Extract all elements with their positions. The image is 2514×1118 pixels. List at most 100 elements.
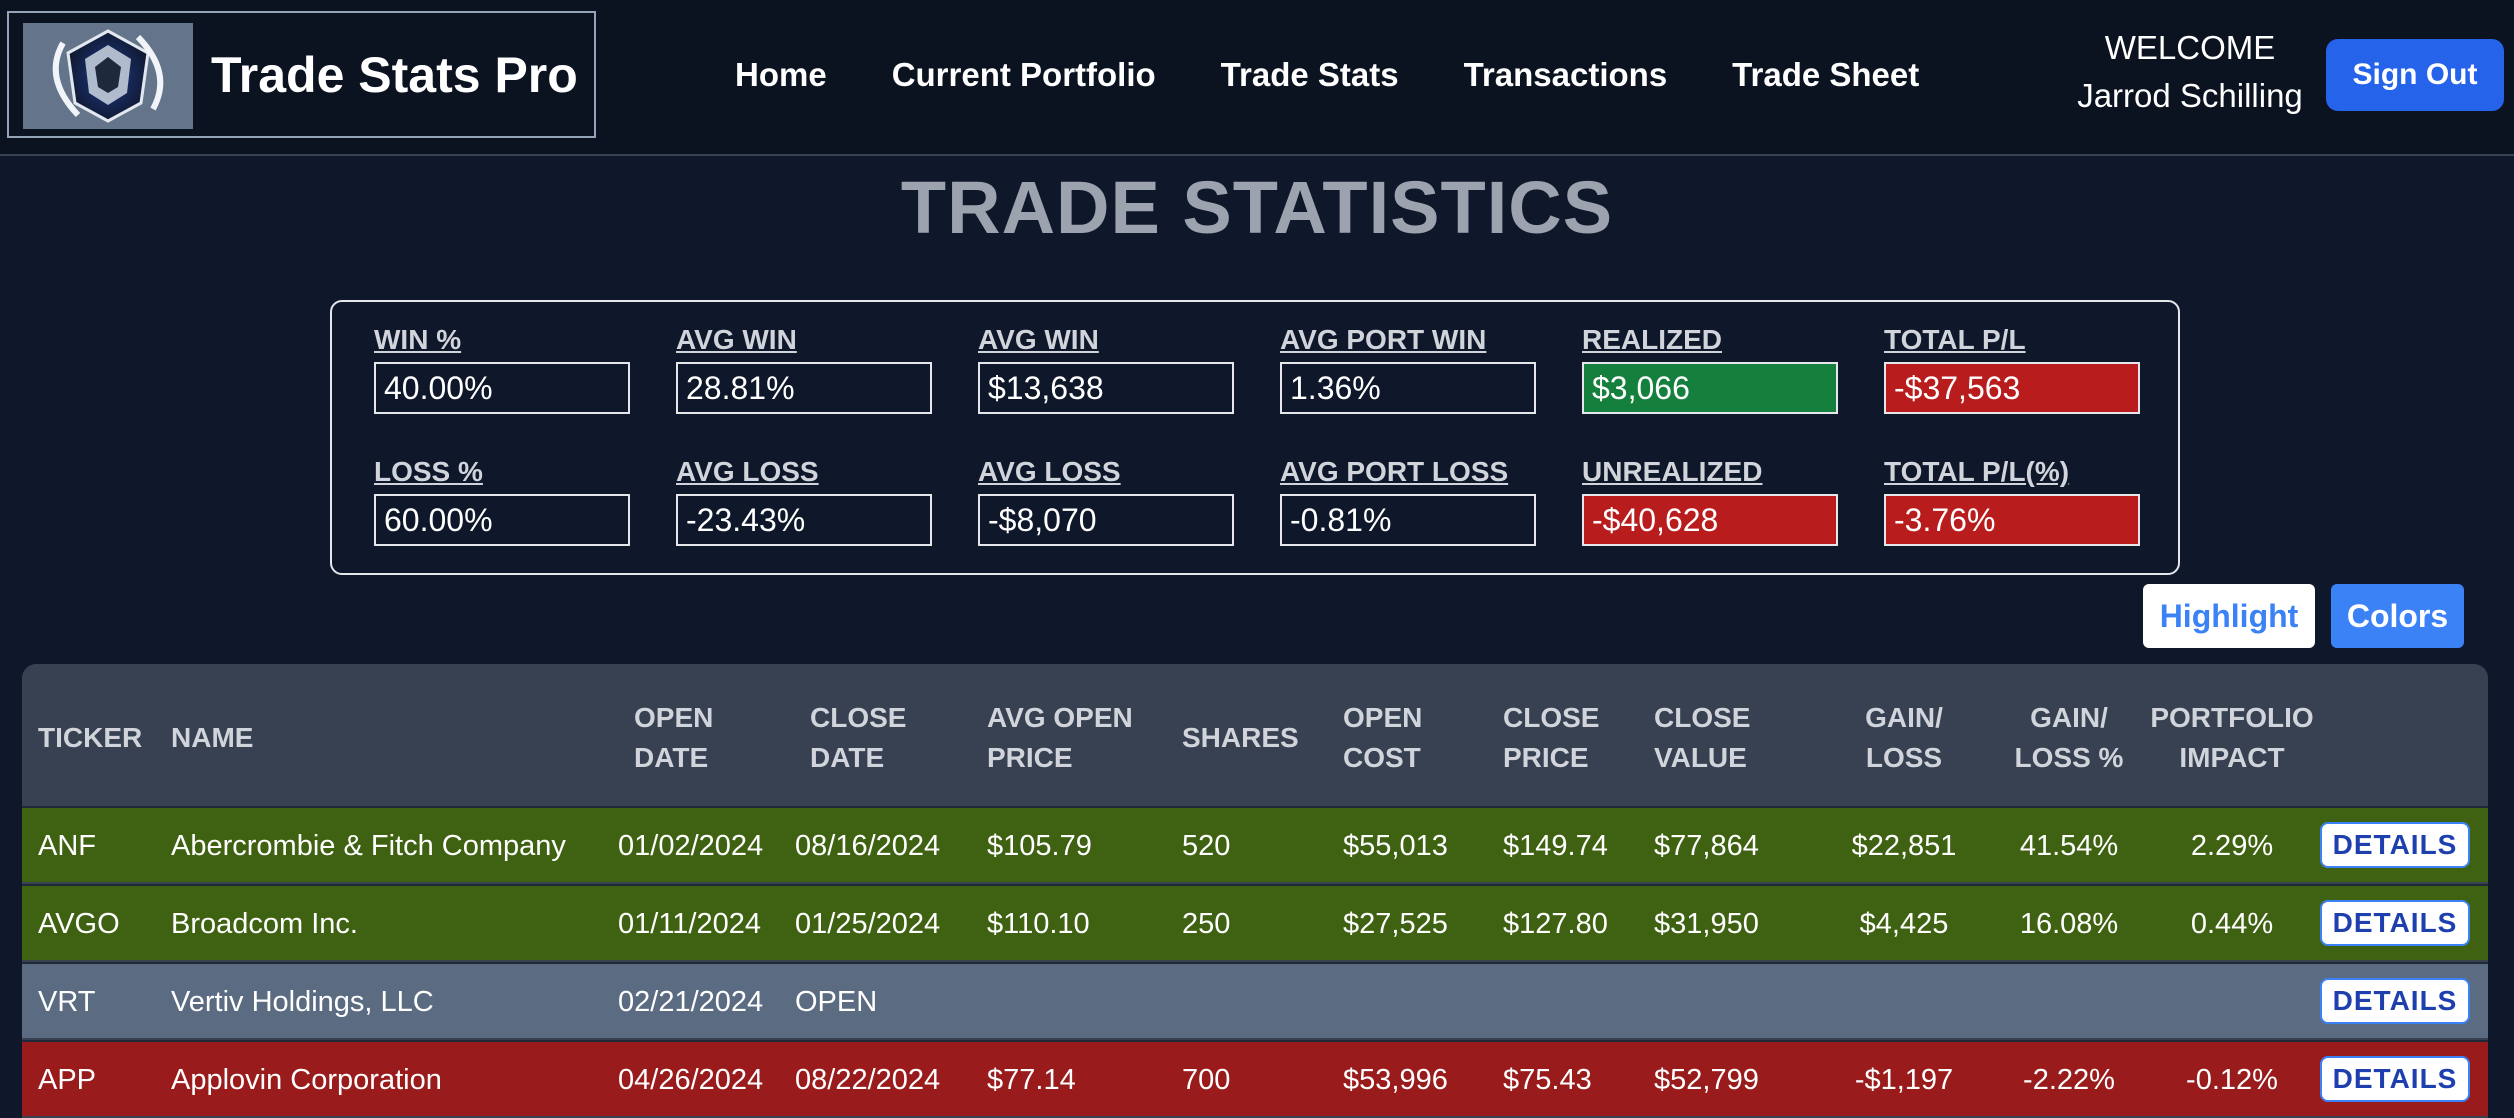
cell-portfolio-impact [2142, 964, 2322, 1040]
sign-out-button[interactable]: Sign Out [2326, 39, 2504, 111]
cell-avg-open-price: $77.14 [987, 1064, 1076, 1096]
cell-open-date: 01/11/2024 [618, 908, 761, 940]
stat-value: -$40,628 [1582, 494, 1838, 546]
nav-trade-stats[interactable]: Trade Stats [1221, 56, 1399, 94]
stat-value: 40.00% [374, 362, 630, 414]
brand[interactable]: Trade Stats Pro [7, 11, 596, 138]
cell-shares: 700 [1182, 1064, 1231, 1096]
stat-label: AVG LOSS [676, 456, 819, 487]
col-close-price[interactable]: CLOSE PRICE [1503, 698, 1599, 778]
col-name-label: NAME [171, 722, 254, 753]
cell-open-cost: $53,996 [1343, 1064, 1448, 1096]
details-button[interactable]: DETAILS [2320, 822, 2470, 868]
cell-open-date: 04/26/2024 [618, 1064, 764, 1096]
cell-name: Broadcom Inc. [171, 908, 358, 940]
col-label-line1: CLOSE [1503, 702, 1600, 733]
cell-close-price: $75.43 [1503, 1064, 1592, 1096]
cell-gain-loss-pct: -2.22% [2023, 1064, 2115, 1096]
stat-avg-port-loss: AVG PORT LOSS -0.81% [1280, 454, 1536, 546]
col-avg-open-price[interactable]: AVG OPEN PRICE [987, 698, 1133, 778]
col-label-line1: AVG OPEN [987, 702, 1133, 733]
cell-shares: 520 [1182, 830, 1231, 862]
stat-value: -$37,563 [1884, 362, 2140, 414]
col-open-date[interactable]: OPEN DATE [634, 698, 713, 778]
col-label-line2: LOSS [1865, 742, 1943, 773]
page-title: TRADE STATISTICS [900, 166, 1614, 249]
cell-close-date: OPEN [795, 986, 878, 1018]
col-label-line2: VALUE [1654, 742, 1747, 773]
stat-total-pl-pct: TOTAL P/L(%) -3.76% [1884, 454, 2140, 546]
table-header: TICKER NAME OPEN DATE CLOSE DATE AVG OPE… [22, 664, 2488, 808]
cell-avg-open-price: $110.10 [987, 908, 1090, 940]
stat-unrealized: UNREALIZED -$40,628 [1582, 454, 1838, 546]
col-label-line1: OPEN [1343, 702, 1423, 733]
col-portfolio-impact[interactable]: PORTFOLIO IMPACT [2142, 698, 2322, 778]
table-row[interactable]: APP Applovin Corporation 04/26/2024 08/22/2… [22, 1040, 2488, 1116]
cell-close-date: 08/16/2024 [795, 830, 941, 862]
stat-value: 60.00% [374, 494, 630, 546]
brand-name: Trade Stats Pro [211, 46, 578, 103]
stat-value: 1.36% [1280, 362, 1536, 414]
nav-home[interactable]: Home [735, 56, 827, 94]
stat-loss-pct: LOSS % 60.00% [374, 454, 630, 546]
col-label-line2: COST [1343, 742, 1421, 773]
user-name: Jarrod Schilling [2077, 77, 2303, 114]
trades-table: TICKER NAME OPEN DATE CLOSE DATE AVG OPE… [22, 664, 2488, 1118]
table-row[interactable]: AVGO Broadcom Inc. 01/11/2024 01/25/2024 $11… [22, 884, 2488, 960]
col-label-line2: PRICE [1503, 742, 1589, 773]
stat-label: AVG PORT LOSS [1280, 456, 1509, 487]
stat-avg-win-dollar: AVG WIN $13,638 [978, 322, 1234, 414]
col-close-value[interactable]: CLOSE VALUE [1654, 698, 1750, 778]
cell-gain-loss-pct: 41.54% [2019, 830, 2119, 862]
col-gain-loss-pct[interactable]: GAIN/ LOSS % [1987, 698, 2151, 778]
stat-label: WIN % [374, 324, 462, 355]
highlight-button[interactable]: Highlight [2143, 584, 2315, 648]
cell-name: Vertiv Holdings, LLC [171, 986, 434, 1018]
table-row[interactable]: ANF Abercrombie & Fitch Company 01/02/2024… [22, 806, 2488, 882]
cell-open-date: 01/02/2024 [618, 830, 764, 862]
nav-current-portfolio[interactable]: Current Portfolio [892, 56, 1156, 94]
col-gain-loss[interactable]: GAIN/ LOSS [1822, 698, 1986, 778]
nav-trade-sheet[interactable]: Trade Sheet [1732, 56, 1919, 94]
col-label-line1: CLOSE [810, 702, 907, 733]
col-shares[interactable]: SHARES [1182, 718, 1299, 758]
cell-avg-open-price: $105.79 [987, 830, 1092, 862]
col-close-date[interactable]: CLOSE DATE [810, 698, 906, 778]
stat-avg-loss-dollar: AVG LOSS -$8,070 [978, 454, 1234, 546]
stat-label: TOTAL P/L [1884, 324, 2026, 355]
col-label-line2: IMPACT [2179, 742, 2285, 773]
cell-portfolio-impact: 2.29% [2190, 830, 2274, 862]
details-button[interactable]: DETAILS [2320, 900, 2470, 946]
cell-portfolio-impact: 0.44% [2190, 908, 2274, 940]
col-ticker-label: TICKER [38, 722, 143, 753]
cell-gain-loss: $4,425 [1859, 908, 1949, 940]
welcome-label: WELCOME [2104, 29, 2276, 66]
col-label-line2: PRICE [987, 742, 1073, 773]
details-button[interactable]: DETAILS [2320, 978, 2470, 1024]
cell-ticker: ANF [38, 830, 96, 862]
col-ticker[interactable]: TICKER [38, 718, 142, 758]
cell-ticker: VRT [38, 986, 96, 1018]
details-button[interactable]: DETAILS [2320, 1056, 2470, 1102]
nav-transactions[interactable]: Transactions [1464, 56, 1668, 94]
stat-avg-loss-pct: AVG LOSS -23.43% [676, 454, 932, 546]
colors-button[interactable]: Colors [2331, 584, 2464, 648]
cell-open-cost: $27,525 [1343, 908, 1448, 940]
cell-portfolio-impact: -0.12% [2186, 1064, 2278, 1096]
stat-value: $13,638 [978, 362, 1234, 414]
stat-label: REALIZED [1582, 324, 1722, 355]
stat-value: -$8,070 [978, 494, 1234, 546]
col-open-cost[interactable]: OPEN COST [1343, 698, 1422, 778]
col-name[interactable]: NAME [171, 718, 253, 758]
cell-close-price: $149.74 [1503, 830, 1608, 862]
table-row[interactable]: VRT Vertiv Holdings, LLC 02/21/2024 OPEN DET… [22, 962, 2488, 1038]
top-header: Trade Stats Pro Home Current Portfolio T… [0, 0, 2514, 156]
col-label-line2: LOSS % [2014, 742, 2124, 773]
stat-label: LOSS % [374, 456, 483, 487]
cell-open-date: 02/21/2024 [618, 986, 764, 1018]
col-label-line1: CLOSE [1654, 702, 1751, 733]
cell-close-date: 08/22/2024 [795, 1064, 941, 1096]
stat-value: -23.43% [676, 494, 932, 546]
stat-label: AVG PORT WIN [1280, 324, 1487, 355]
cell-close-date: 01/25/2024 [795, 908, 941, 940]
